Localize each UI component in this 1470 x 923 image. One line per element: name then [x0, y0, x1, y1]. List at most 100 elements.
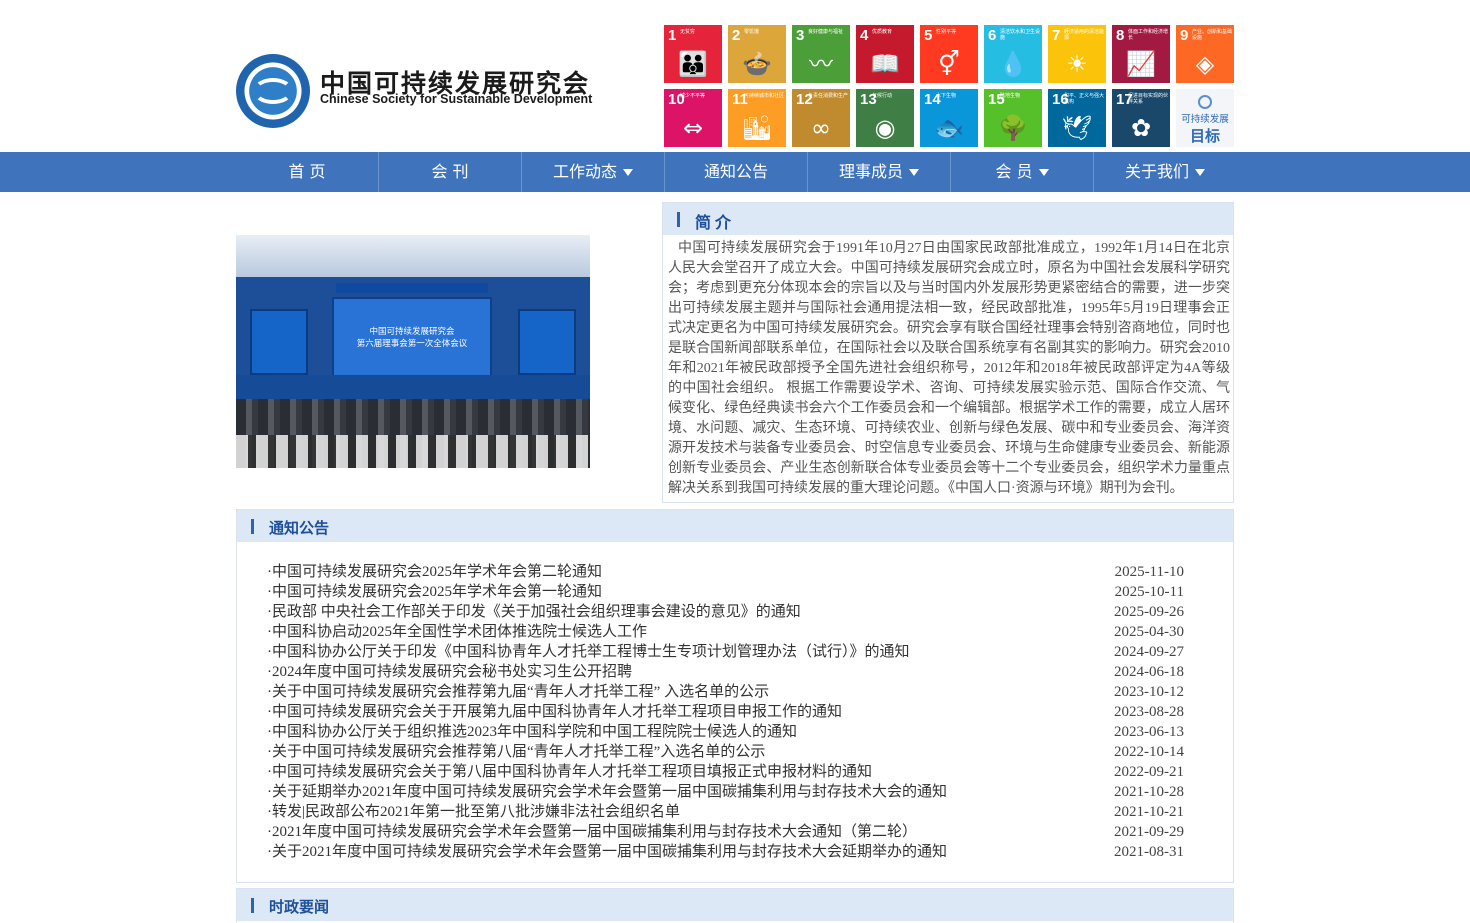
notice-item[interactable]: ·中国科协办公厅关于印发《中国科协青年人才托举工程博士生专项计划管理办法（试行）…	[267, 642, 1184, 662]
screen-text-line1: 中国可持续发展研究会	[369, 327, 455, 337]
sdg-goal-4[interactable]: 4 优质教育 📖	[856, 25, 914, 83]
notice-item[interactable]: ·中国科协办公厅关于组织推选2023年中国科学院和中国工程院院士候选人的通知 20…	[267, 722, 1184, 742]
notice-link[interactable]: ·2021年度中国可持续发展研究会学术年会暨第一届中国碳捕集利用与封存技术大会通…	[267, 822, 917, 842]
notice-link[interactable]: ·2024年度中国可持续发展研究会秘书处实习生公开招聘	[267, 662, 632, 682]
flower-icon: ✿	[1130, 114, 1152, 142]
notice-link[interactable]: ·关于中国可持续发展研究会推荐第八届“青年人才托举工程”入选名单的公示	[267, 742, 765, 762]
notice-link[interactable]: ·中国科协办公厅关于印发《中国科协青年人才托举工程博士生专项计划管理办法（试行）…	[267, 642, 910, 662]
notice-date: 2024-09-27	[1114, 644, 1184, 660]
sdg-goals-grid: 1 无贫穷 👪 2 零饥饿 🍲 3 良好健康与福祉〰 4 优质教育 📖 5 性别平等 ⚥ 6 清洁饮水和卫生设…	[664, 25, 1236, 148]
sdg-goal-label: 性别平等	[936, 29, 957, 35]
sdg-goal-label: 体面工作和经济增长	[1128, 29, 1169, 41]
notice-date: 2023-10-12	[1114, 684, 1184, 700]
sdg-goal-3[interactable]: 3 良好健康与福祉〰	[792, 25, 850, 83]
heartbeat-icon: 〰	[809, 50, 833, 78]
nav-item-3[interactable]: 通知公告	[664, 152, 807, 192]
notice-item[interactable]: ·中国可持续发展研究会关于第八届中国科协青年人才托举工程项目填报正式申报材料的通…	[267, 762, 1184, 782]
sdg-goal-7[interactable]: 7 经济适用的清洁能源 ☀	[1048, 25, 1106, 83]
sdg-goal-14[interactable]: 14 水下生物 🐟	[920, 89, 978, 147]
society-logo-icon[interactable]	[236, 54, 310, 128]
sdg-goal-number: 2	[732, 27, 741, 44]
sdg-goal-number: 7	[1052, 27, 1061, 44]
tree-icon: 🌳	[998, 114, 1028, 142]
sdg-goal-number: 6	[988, 27, 997, 44]
notice-link[interactable]: ·中国可持续发展研究会关于第八届中国科协青年人才托举工程项目填报正式申报材料的通…	[267, 762, 872, 782]
sun-icon: ☀	[1066, 50, 1088, 78]
photo-audience-front	[236, 435, 590, 468]
notice-item[interactable]: ·关于中国可持续发展研究会推荐第八届“青年人才托举工程”入选名单的公示 2022-…	[267, 742, 1184, 762]
notice-link[interactable]: ·中国可持续发展研究会关于开展第九届中国科协青年人才托举工程项目申报工作的通知	[267, 702, 842, 722]
notice-link[interactable]: ·关于延期举办2021年度中国可持续发展研究会学术年会暨第一届中国碳捕集利用与封…	[267, 782, 947, 802]
notice-link[interactable]: ·中国可持续发展研究会2025年学术年会第二轮通知	[267, 562, 602, 582]
news-title[interactable]: 时政要闻	[269, 896, 329, 917]
notice-link[interactable]: ·中国科协办公厅关于组织推选2023年中国科学院和中国工程院院士候选人的通知	[267, 722, 797, 742]
nav-item-1[interactable]: 会 刊	[378, 152, 521, 192]
nav-item-4[interactable]: 理事成员	[807, 152, 950, 192]
nav-item-2[interactable]: 工作动态	[521, 152, 664, 192]
section-bar	[677, 212, 680, 227]
notice-link[interactable]: ·关于中国可持续发展研究会推荐第九届“青年人才托举工程” 入选名单的公示	[267, 682, 769, 702]
notice-date: 2021-10-28	[1114, 784, 1184, 800]
sdg-logo-line2: 目标	[1189, 127, 1220, 145]
notice-link[interactable]: ·中国科协启动2025年全国性学术团体推选院士候选人工作	[267, 622, 647, 642]
notice-date: 2023-08-28	[1114, 704, 1184, 720]
sdg-goal-label: 经济适用的清洁能源	[1064, 29, 1105, 41]
notice-item[interactable]: ·关于2021年度中国可持续发展研究会学术年会暨第一届中国碳捕集利用与封存技术大…	[267, 842, 1184, 862]
notice-item[interactable]: ·民政部 中央社会工作部关于印发《关于加强社会组织理事会建设的意见》的通知 202…	[267, 602, 1184, 622]
city-icon: 🏙	[741, 114, 773, 142]
notice-item[interactable]: ·转发|民政部公布2021年第一批至第八批涉嫌非法社会组织名单 2021-10-2…	[267, 802, 1184, 822]
sdg-logo-tile[interactable]: 可持续发展 目标	[1176, 89, 1234, 147]
notice-list: ·中国可持续发展研究会2025年学术年会第二轮通知 2025-11-10 ·中国可持…	[267, 562, 1184, 862]
notice-date: 2021-10-21	[1114, 804, 1184, 820]
sdg-goal-2[interactable]: 2 零饥饿 🍲	[728, 25, 786, 83]
notice-link[interactable]: ·关于2021年度中国可持续发展研究会学术年会暨第一届中国碳捕集利用与封存技术大…	[267, 842, 947, 862]
nav-item-label: 会 员	[995, 162, 1033, 181]
notice-link[interactable]: ·转发|民政部公布2021年第一批至第八批涉嫌非法社会组织名单	[267, 802, 680, 822]
notice-date: 2025-09-26	[1114, 604, 1184, 620]
sdg-goal-label: 良好健康与福祉	[808, 29, 844, 35]
sdg-goal-9[interactable]: 9 产业、创新和基础设施 ◈	[1176, 25, 1234, 83]
nav-item-6[interactable]: 关于我们	[1093, 152, 1236, 192]
photo-ceiling	[236, 235, 590, 277]
sdg-goal-1[interactable]: 1 无贫穷 👪	[664, 25, 722, 83]
notice-item[interactable]: ·中国可持续发展研究会关于开展第九届中国科协青年人才托举工程项目申报工作的通知 2…	[267, 702, 1184, 722]
notice-date: 2022-09-21	[1114, 764, 1184, 780]
notice-item[interactable]: ·关于中国可持续发展研究会推荐第九届“青年人才托举工程” 入选名单的公示 2023…	[267, 682, 1184, 702]
sdg-goal-5[interactable]: 5 性别平等 ⚥	[920, 25, 978, 83]
nav-item-label: 首 页	[288, 162, 326, 181]
news-header: 时政要闻	[237, 889, 1233, 921]
sdg-goal-17[interactable]: 17 促进目标实现的伙伴关系 ✿	[1112, 89, 1170, 147]
sdg-goal-label: 水下生物	[936, 93, 957, 99]
notice-item[interactable]: ·关于延期举办2021年度中国可持续发展研究会学术年会暨第一届中国碳捕集利用与封…	[267, 782, 1184, 802]
notice-title[interactable]: 通知公告	[269, 517, 329, 538]
sdg-goal-label: 气候行动	[872, 93, 893, 99]
water-icon: 💧	[998, 50, 1028, 78]
nav-item-5[interactable]: 会 员	[950, 152, 1093, 192]
growth-chart-icon: 📈	[1126, 50, 1156, 78]
notice-link[interactable]: ·中国可持续发展研究会2025年学术年会第一轮通知	[267, 582, 602, 602]
sdg-goal-13[interactable]: 13 气候行动 ◉	[856, 89, 914, 147]
sdg-goal-11[interactable]: 11 可持续城市和社区 🏙	[728, 89, 786, 147]
notice-item[interactable]: ·2021年度中国可持续发展研究会学术年会暨第一届中国碳捕集利用与封存技术大会通…	[267, 822, 1184, 842]
nav-item-0[interactable]: 首 页	[236, 152, 378, 192]
sdg-goal-label: 可持续城市和社区	[744, 93, 785, 99]
intro-title[interactable]: 简介	[695, 209, 735, 233]
notice-item[interactable]: ·中国可持续发展研究会2025年学术年会第二轮通知 2025-11-10	[267, 562, 1184, 582]
sdg-goal-number: 4	[860, 27, 869, 44]
org-name-en: Chinese Society for Sustainable Developm…	[320, 92, 593, 106]
sdg-goal-16[interactable]: 16 和平、正义与强大机构 🕊	[1048, 89, 1106, 147]
sdg-goal-10[interactable]: 10 减少不平等 ⇔	[664, 89, 722, 147]
sdg-goal-label: 优质教育	[872, 29, 893, 35]
notice-item[interactable]: ·中国可持续发展研究会2025年学术年会第一轮通知 2025-10-11	[267, 582, 1184, 602]
sdg-goal-15[interactable]: 15 陆地生物 🌳	[984, 89, 1042, 147]
notice-item[interactable]: ·2024年度中国可持续发展研究会秘书处实习生公开招聘 2024-06-18	[267, 662, 1184, 682]
sdg-goal-label: 和平、正义与强大机构	[1064, 93, 1105, 105]
book-icon: 📖	[870, 50, 900, 78]
notice-item[interactable]: ·中国科协启动2025年全国性学术团体推选院士候选人工作 2025-04-30	[267, 622, 1184, 642]
notice-date: 2025-11-10	[1114, 564, 1184, 580]
photo-side-screen-right	[518, 309, 576, 375]
sdg-goal-6[interactable]: 6 清洁饮水和卫生设施 💧	[984, 25, 1042, 83]
sdg-goal-8[interactable]: 8 体面工作和经济增长 📈	[1112, 25, 1170, 83]
notice-link[interactable]: ·民政部 中央社会工作部关于印发《关于加强社会组织理事会建设的意见》的通知	[267, 602, 801, 622]
sdg-goal-12[interactable]: 12 负责任消费和生产 ∞	[792, 89, 850, 147]
